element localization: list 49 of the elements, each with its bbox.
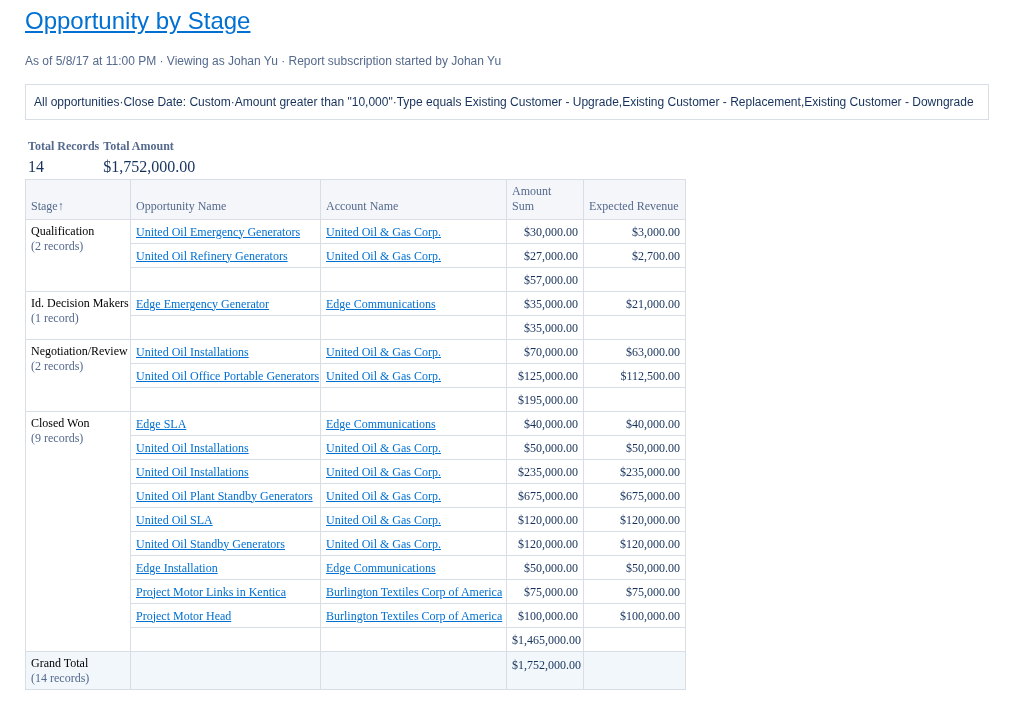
revenue-value: $40,000.00 [626,416,680,431]
amount-value: $125,000.00 [518,368,578,383]
subtotal-value: $57,000.00 [524,272,578,287]
grand-total-label: Grand Total [31,656,90,671]
record-count: (2 records) [31,239,85,254]
amount-value: $120,000.00 [518,536,578,551]
subtotal-value: $35,000.00 [524,320,578,335]
summary-value: 14 [28,157,45,177]
record-count: (2 records) [31,359,85,374]
record-count: (1 record) [31,311,80,326]
amount-value: $35,000.00 [524,296,578,311]
subtotal-value: $195,000.00 [518,392,578,407]
grand-total-value: $1,752,000.00 [512,658,581,672]
summary-label: Total Amount [103,138,175,154]
revenue-value: $21,000.00 [626,296,680,311]
amount-value: $50,000.00 [524,560,578,575]
revenue-value: $120,000.00 [620,512,680,527]
revenue-value: $112,500.00 [620,368,680,383]
amount-value: $30,000.00 [524,224,578,239]
record-count: (9 records) [31,431,85,446]
amount-value: $120,000.00 [518,512,578,527]
report-title[interactable]: Opportunity by Stage [25,7,251,34]
revenue-value: $50,000.00 [626,560,680,575]
stage-name: Closed Won [31,416,91,431]
subtotal-value: $1,465,000.00 [512,632,581,647]
revenue-value: $100,000.00 [620,608,680,623]
amount-value: $100,000.00 [518,608,578,623]
revenue-value: $235,000.00 [620,464,680,479]
summary-label: Total Records [28,138,100,154]
revenue-value: $75,000.00 [626,584,680,599]
amount-value: $40,000.00 [524,416,578,431]
amount-value: $235,000.00 [518,464,578,479]
revenue-value: $63,000.00 [626,344,680,359]
amount-value: $675,000.00 [518,488,578,503]
amount-value: $75,000.00 [524,584,578,599]
stage-name: Qualification [31,224,96,239]
filter-bar: All opportunities·Close Date: Custom·Amount greater than "10,000"·Type equals Existing Customer - Upgrade,Existing Customer - Replacement,Existing Customer - Downgrade [25,84,989,120]
amount-value: $27,000.00 [524,248,578,263]
revenue-value: $50,000.00 [626,440,680,455]
revenue-value: $120,000.00 [620,536,680,551]
revenue-value: $2,700.00 [632,248,680,263]
report-subtitle: As of 5/8/17 at 11:00 PM · Viewing as Johan Yu · Report subscription started by Johan Yu [25,53,503,70]
record-count: (14 records) [31,671,91,686]
summary-value: $1,752,000.00 [103,157,196,177]
revenue-value: $3,000.00 [632,224,680,239]
amount-value: $70,000.00 [524,344,578,359]
amount-value: $50,000.00 [524,440,578,455]
revenue-value: $675,000.00 [620,488,680,503]
opportunity-link[interactable]: Edge SLA [136,416,187,431]
